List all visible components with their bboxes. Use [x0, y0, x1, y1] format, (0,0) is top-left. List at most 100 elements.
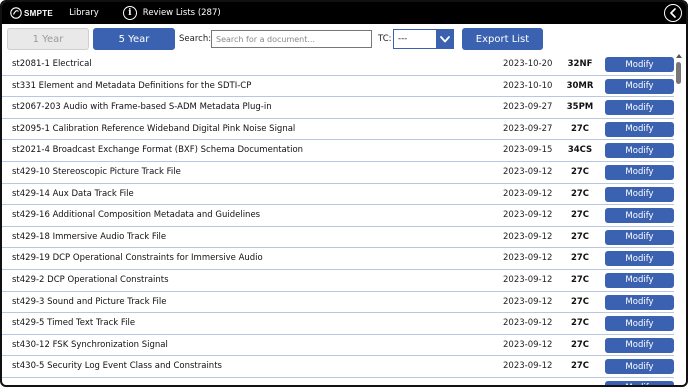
table-row: st429-3 Sound and Picture Track File 2023…	[2, 292, 674, 314]
table-row: st331 Element and Metadata Definitions f…	[2, 76, 674, 98]
document-title[interactable]: st2081-1 Electrical	[12, 59, 92, 69]
one-year-button[interactable]: 1 Year	[7, 28, 89, 50]
document-title[interactable]: st2095-1 Calibration Reference Wideband …	[12, 124, 295, 134]
five-year-button[interactable]: 5 Year	[93, 28, 175, 50]
nav-library-link[interactable]: Library	[69, 8, 99, 18]
technology-committee-code: 27C	[570, 210, 590, 221]
modify-button[interactable]: Modify	[605, 359, 674, 375]
modify-button[interactable]: Modify	[605, 78, 674, 94]
modify-button[interactable]: Modify	[605, 164, 674, 180]
modify-button[interactable]: Modify	[605, 294, 674, 310]
document-title[interactable]: st429-16 Additional Composition Metadata…	[12, 210, 260, 220]
document-date: 2023-09-12	[503, 166, 553, 177]
scroll-up-arrow-icon[interactable]	[676, 54, 682, 58]
technology-committee-code: 27C	[570, 231, 590, 242]
document-date: 2023-09-12	[503, 210, 553, 221]
modify-button[interactable]: Modify	[605, 229, 674, 245]
table-row: st429-10 Stereoscopic Picture Track File…	[2, 162, 674, 184]
modify-button[interactable]: Modify	[605, 186, 674, 202]
document-title[interactable]: st2067-203 Audio with Frame-based S-ADM …	[12, 102, 272, 112]
table-row: Modify	[2, 378, 674, 385]
modify-button[interactable]: Modify	[605, 57, 674, 72]
technology-committee-code: 27C	[570, 296, 590, 307]
search-input[interactable]	[211, 30, 372, 48]
technology-committee-code: 34CS	[567, 145, 593, 156]
modify-button[interactable]: Modify	[605, 316, 674, 332]
search-label: Search:	[179, 34, 212, 44]
table-row: st429-14 Aux Data Track File 2023-09-12 27…	[2, 184, 674, 206]
document-date: 2023-10-10	[503, 80, 553, 91]
info-icon: i	[122, 6, 137, 20]
technology-committee-code: 27C	[570, 274, 590, 285]
document-date: 2023-09-15	[503, 145, 553, 156]
table-row: st2095-1 Calibration Reference Wideband …	[2, 119, 674, 141]
technology-committee-code: 27C	[570, 318, 590, 329]
document-title[interactable]: st429-18 Immersive Audio Track File	[12, 232, 166, 242]
back-button[interactable]	[664, 4, 682, 22]
document-date: 2023-09-27	[503, 123, 553, 134]
document-date: 2023-10-20	[503, 59, 553, 69]
document-date: 2023-09-12	[503, 339, 553, 350]
technology-committee-code: 27C	[570, 188, 590, 199]
technology-committee-code: 32NF	[567, 59, 593, 69]
top-nav-bar: SMPTE Library i Review Lists (287)	[2, 2, 686, 24]
document-date: 2023-09-12	[503, 274, 553, 285]
document-date: 2023-09-12	[503, 361, 553, 372]
modify-button[interactable]: Modify	[605, 208, 674, 224]
modify-button[interactable]: Modify	[605, 121, 674, 137]
document-title[interactable]: st430-5 Security Log Event Class and Con…	[12, 361, 222, 371]
technology-committee-code: 30MR	[566, 80, 594, 91]
export-list-button[interactable]: Export List	[462, 28, 543, 50]
table-row: st429-2 DCP Operational Constraints 2023-…	[2, 270, 674, 292]
document-title[interactable]: st2021-4 Broadcast Exchange Format (BXF)…	[12, 145, 303, 155]
smpte-logo[interactable]: SMPTE	[10, 7, 53, 19]
document-title[interactable]: st430-12 FSK Synchronization Signal	[12, 340, 168, 350]
document-date: 2023-09-12	[503, 253, 553, 264]
modify-button[interactable]: Modify	[605, 380, 674, 385]
chevron-down-icon	[439, 35, 450, 42]
app-window: SMPTE Library i Review Lists (287) 1 Yea…	[0, 0, 688, 387]
document-date: 2023-09-12	[503, 296, 553, 307]
technology-committee-code: 27C	[570, 253, 590, 264]
document-list: st2081-1 Electrical 2023-10-20 32NF Modify s…	[2, 54, 674, 385]
tc-label: TC:	[378, 34, 392, 44]
document-date: 2023-09-12	[503, 231, 553, 242]
document-title[interactable]: st429-14 Aux Data Track File	[12, 189, 134, 199]
table-row: st2021-4 Broadcast Exchange Format (BXF)…	[2, 140, 674, 162]
modify-button[interactable]: Modify	[605, 143, 674, 159]
document-title[interactable]: st429-5 Timed Text Track File	[12, 318, 135, 328]
modify-button[interactable]: Modify	[605, 272, 674, 288]
scroll-thumb[interactable]	[676, 62, 681, 84]
technology-committee-code: 35PM	[566, 102, 594, 113]
table-row: st429-16 Additional Composition Metadata…	[2, 205, 674, 227]
document-title[interactable]: st331 Element and Metadata Definitions f…	[12, 81, 251, 91]
document-title[interactable]: st429-3 Sound and Picture Track File	[12, 297, 166, 307]
table-row: st429-18 Immersive Audio Track File 2023-…	[2, 227, 674, 249]
technology-committee-code: 27C	[570, 123, 590, 134]
tc-dropdown[interactable]: ---	[393, 29, 454, 49]
modify-button[interactable]: Modify	[605, 251, 674, 267]
modify-button[interactable]: Modify	[605, 337, 674, 353]
document-title[interactable]: st429-10 Stereoscopic Picture Track File	[12, 167, 181, 177]
document-date: 2023-09-12	[503, 188, 553, 199]
dropdown-toggle[interactable]	[436, 30, 453, 48]
review-lists-label: Review Lists (287)	[142, 8, 221, 18]
modify-button[interactable]: Modify	[605, 100, 674, 116]
filter-toolbar: 1 Year 5 Year Search: TC: --- Export Lis…	[2, 27, 686, 51]
review-lists-nav[interactable]: i Review Lists (287)	[122, 6, 221, 20]
document-title[interactable]: st429-19 DCP Operational Constraints for…	[12, 253, 263, 263]
document-date: 2023-09-12	[503, 318, 553, 329]
technology-committee-code: 27C	[570, 166, 590, 177]
document-date: 2023-09-27	[503, 102, 553, 113]
technology-committee-code: 27C	[570, 361, 590, 372]
smpte-logo-icon	[10, 7, 22, 19]
table-row: st430-5 Security Log Event Class and Con…	[2, 356, 674, 378]
vertical-scrollbar[interactable]	[674, 54, 684, 385]
tc-selected-value: ---	[394, 30, 436, 48]
document-title[interactable]: st429-2 DCP Operational Constraints	[12, 275, 169, 285]
technology-committee-code: 27C	[570, 339, 590, 350]
logo-text: SMPTE	[24, 8, 54, 18]
table-row: st429-19 DCP Operational Constraints for…	[2, 248, 674, 270]
table-row: st2081-1 Electrical 2023-10-20 32NF Modify	[2, 54, 674, 76]
table-row: st430-12 FSK Synchronization Signal 2023-…	[2, 335, 674, 357]
